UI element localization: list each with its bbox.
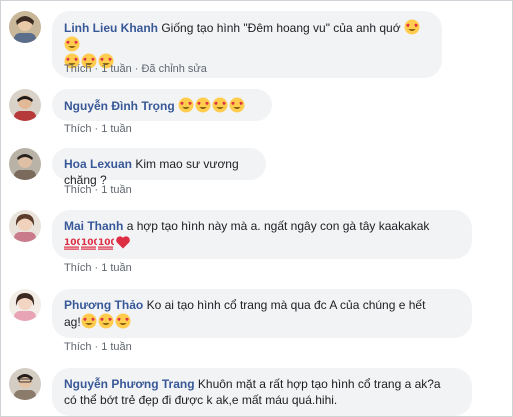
comment-author[interactable]: Linh Lieu Khanh — [64, 21, 158, 35]
heart-eyes-icon — [229, 97, 245, 113]
heart-eyes-icon — [64, 36, 80, 52]
comment-time[interactable]: 1 tuần — [101, 341, 132, 353]
red-heart-icon — [115, 234, 131, 250]
comment-bubble: Hoa Lexuan Kim mao sư vương chăng ? — [52, 148, 266, 187]
separator: · — [94, 63, 99, 75]
avatar[interactable] — [9, 89, 41, 121]
comment-text: Ko ai tạo hình cổ trang mà qua đc A của … — [146, 298, 426, 312]
separator: · — [94, 123, 99, 135]
comment-text-continued: có thể bớt trẻ đẹp đi được k ak,e mất má… — [64, 393, 338, 407]
separator: · — [94, 341, 99, 353]
comment-text: Giống tạo hình "Đêm hoang vu" của anh qu… — [161, 21, 401, 35]
avatar[interactable] — [9, 210, 41, 242]
avatar[interactable] — [9, 368, 41, 400]
comment-author[interactable]: Nguyễn Đình Trọng — [64, 99, 175, 113]
comment-actions: Thích · 1 tuần — [64, 262, 132, 274]
comment-actions: Thích · 1 tuần — [64, 123, 132, 135]
avatar[interactable] — [9, 289, 41, 321]
hundred-points-icon: 100 — [64, 234, 80, 250]
like-link[interactable]: Thích — [64, 184, 92, 196]
edited-label[interactable]: Đã chỉnh sửa — [141, 63, 206, 75]
avatar[interactable] — [9, 11, 41, 43]
like-link[interactable]: Thích — [64, 262, 92, 274]
comment-bubble: Nguyễn Phương Trang Khuôn mặt a rất hợp … — [52, 368, 472, 416]
heart-eyes-icon — [404, 19, 420, 35]
comment-time[interactable]: 1 tuần — [101, 123, 132, 135]
separator: · — [134, 63, 139, 75]
comment-actions: Thích · 1 tuần · Đã chỉnh sửa — [64, 63, 207, 75]
comment-time[interactable]: 1 tuần — [101, 63, 132, 75]
separator: · — [94, 184, 99, 196]
heart-eyes-icon — [98, 313, 114, 329]
heart-eyes-icon — [81, 313, 97, 329]
comment-bubble: Nguyễn Đình Trọng — [52, 89, 272, 121]
comment-text-continued: ag! — [64, 315, 81, 329]
heart-eyes-icon — [212, 97, 228, 113]
comment-author[interactable]: Mai Thanh — [64, 219, 123, 233]
comment-text: a hợp tạo hình này mà a. ngất ngây con g… — [126, 219, 430, 233]
hundred-points-icon: 100 — [81, 234, 97, 250]
comment-author[interactable]: Phương Thảo — [64, 298, 143, 312]
separator: · — [94, 262, 99, 274]
comment-time[interactable]: 1 tuần — [101, 262, 132, 274]
comment-bubble: Mai Thanh a hợp tạo hình này mà a. ngất … — [52, 210, 472, 259]
comment-bubble: Phương Thảo Ko ai tạo hình cổ trang mà q… — [52, 289, 472, 338]
comment-text: Khuôn mặt a rất hợp tạo hình cổ trang a … — [197, 377, 441, 391]
comment-author[interactable]: Nguyễn Phương Trang — [64, 377, 195, 391]
like-link[interactable]: Thích — [64, 63, 92, 75]
comment-time[interactable]: 1 tuần — [101, 184, 132, 196]
heart-eyes-icon — [115, 313, 131, 329]
hundred-points-icon: 100 — [98, 234, 114, 250]
comment-actions: Thích · 1 tuần — [64, 184, 132, 196]
comments-panel: Linh Lieu Khanh Giống tạo hình "Đêm hoan… — [0, 0, 513, 417]
heart-eyes-icon — [195, 97, 211, 113]
avatar[interactable] — [9, 148, 41, 180]
like-link[interactable]: Thích — [64, 341, 92, 353]
like-link[interactable]: Thích — [64, 123, 92, 135]
comment-actions: Thích · 1 tuần — [64, 341, 132, 353]
heart-eyes-icon — [178, 97, 194, 113]
comment-author[interactable]: Hoa Lexuan — [64, 157, 132, 171]
